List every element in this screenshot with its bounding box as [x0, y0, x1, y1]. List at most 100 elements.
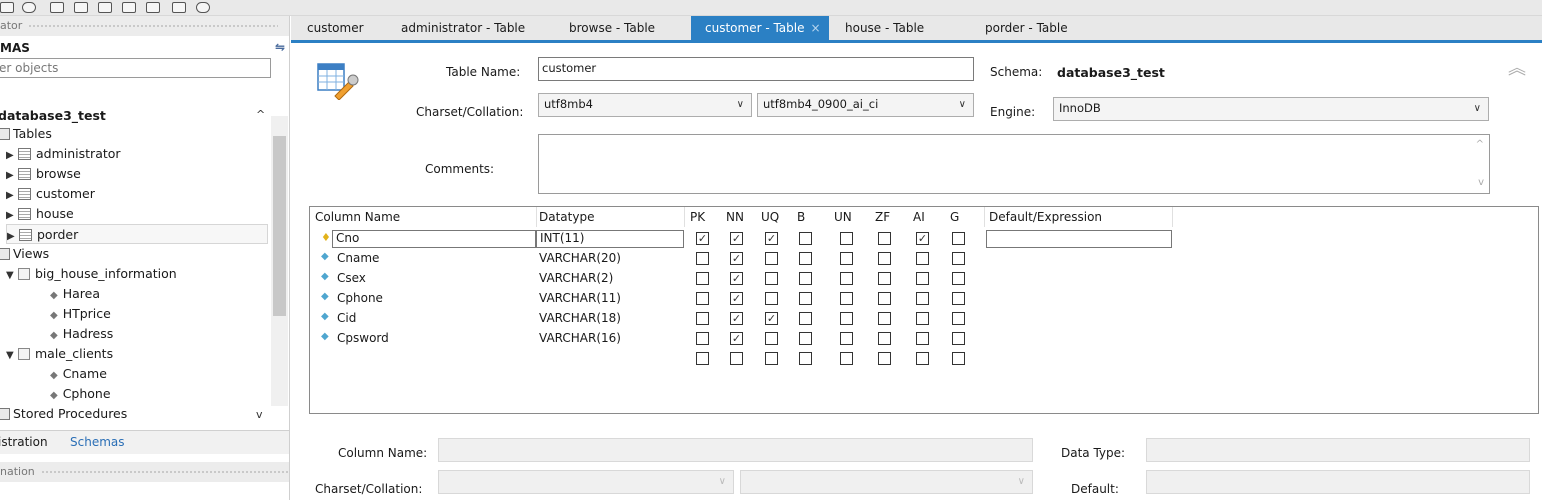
- column-name-cell[interactable]: Cno: [332, 230, 536, 248]
- checkbox-uq[interactable]: [765, 352, 778, 365]
- table-row[interactable]: ◆ Cpsword VARCHAR(16) ✓: [310, 329, 1538, 349]
- checkbox-pk[interactable]: [696, 272, 709, 285]
- header-default-expression[interactable]: Default/Expression: [989, 210, 1102, 224]
- checkbox-pk[interactable]: ✓: [696, 232, 709, 245]
- tree-views-folder[interactable]: Views: [0, 244, 49, 264]
- column-name-cell[interactable]: Cname: [337, 251, 379, 265]
- tree-view-column[interactable]: ◆ Cname: [50, 364, 107, 384]
- checkbox-uq[interactable]: [765, 252, 778, 265]
- table-row[interactable]: ◆ Csex VARCHAR(2) ✓: [310, 269, 1538, 289]
- checkbox-pk[interactable]: [696, 252, 709, 265]
- tree-view-big-house-information[interactable]: ▼ big_house_information: [6, 264, 177, 284]
- datatype-cell[interactable]: VARCHAR(11): [539, 291, 621, 305]
- checkbox-b[interactable]: [799, 292, 812, 305]
- data-type-detail-input[interactable]: [1146, 438, 1530, 462]
- checkbox-g[interactable]: [952, 312, 965, 325]
- checkbox-b[interactable]: [799, 272, 812, 285]
- close-tab-icon[interactable]: ×: [811, 21, 821, 35]
- checkbox-pk[interactable]: [696, 332, 709, 345]
- datatype-cell[interactable]: VARCHAR(18): [539, 311, 621, 325]
- checkbox-b[interactable]: [799, 252, 812, 265]
- tab-administration[interactable]: istration: [0, 435, 48, 449]
- expand-arrow-icon[interactable]: ▶: [6, 186, 18, 206]
- table-row[interactable]: ♦ Cno INT(11) ✓ ✓ ✓ ✓: [310, 229, 1538, 249]
- checkbox-zf[interactable]: [878, 352, 891, 365]
- checkbox-ai[interactable]: [916, 252, 929, 265]
- checkbox-zf[interactable]: [878, 332, 891, 345]
- refresh-icon[interactable]: ⇋: [275, 40, 285, 54]
- tab-porder-table[interactable]: porder - Table: [985, 21, 1068, 35]
- table-row[interactable]: ◆ Cname VARCHAR(20) ✓: [310, 249, 1538, 269]
- checkbox-pk[interactable]: [696, 312, 709, 325]
- checkbox-ai[interactable]: [916, 272, 929, 285]
- header-nn[interactable]: NN: [726, 210, 744, 224]
- header-zf[interactable]: ZF: [875, 210, 890, 224]
- column-name-cell[interactable]: Cphone: [337, 291, 383, 305]
- scroll-up-arrow-icon[interactable]: ^: [256, 108, 265, 121]
- collation-detail-select[interactable]: ∨: [740, 470, 1033, 494]
- tree-view-column[interactable]: ◆ Harea: [50, 284, 100, 304]
- tab-administrator-table[interactable]: administrator - Table: [401, 21, 525, 35]
- checkbox-un[interactable]: [840, 232, 853, 245]
- scroll-down-arrow-icon[interactable]: v: [256, 408, 263, 421]
- tree-procedures-folder[interactable]: Stored Procedures: [0, 404, 127, 424]
- header-g[interactable]: G: [950, 210, 959, 224]
- checkbox-g[interactable]: [952, 332, 965, 345]
- tree-table-administrator[interactable]: ▶ administrator: [6, 144, 121, 164]
- column-name-cell[interactable]: Cid: [337, 311, 356, 325]
- collapse-arrow-icon[interactable]: ▼: [6, 266, 18, 286]
- tab-customer-query[interactable]: customer: [307, 21, 364, 35]
- checkbox-g[interactable]: [952, 252, 965, 265]
- tree-table-browse[interactable]: ▶ browse: [6, 164, 81, 184]
- tree-view-column[interactable]: ◆ HTprice: [50, 304, 111, 324]
- tab-browse-table[interactable]: browse - Table: [569, 21, 655, 35]
- column-name-cell[interactable]: Cpsword: [337, 331, 389, 345]
- checkbox-un[interactable]: [840, 352, 853, 365]
- checkbox-ai[interactable]: [916, 352, 929, 365]
- table-row[interactable]: ◆ Cphone VARCHAR(11) ✓: [310, 289, 1538, 309]
- header-uq[interactable]: UQ: [761, 210, 779, 224]
- schema-icon[interactable]: [50, 2, 64, 13]
- checkbox-uq[interactable]: ✓: [765, 232, 778, 245]
- checkbox-un[interactable]: [840, 332, 853, 345]
- checkbox-zf[interactable]: [878, 232, 891, 245]
- expand-arrow-icon[interactable]: ▶: [6, 146, 18, 166]
- datatype-cell[interactable]: VARCHAR(2): [539, 271, 613, 285]
- checkbox-nn[interactable]: ✓: [730, 252, 743, 265]
- checkbox-b[interactable]: [799, 332, 812, 345]
- checkbox-un[interactable]: [840, 292, 853, 305]
- checkbox-zf[interactable]: [878, 272, 891, 285]
- schema-database3-test[interactable]: database3_test: [0, 106, 106, 126]
- checkbox-ai[interactable]: [916, 292, 929, 305]
- charset-select[interactable]: utf8mb4 ∨: [538, 93, 752, 117]
- tab-house-table[interactable]: house - Table: [845, 21, 924, 35]
- checkbox-pk[interactable]: [696, 292, 709, 305]
- comments-textarea[interactable]: ^ v: [538, 134, 1490, 194]
- collapse-panel-icon[interactable]: ︽: [1508, 54, 1526, 80]
- header-un[interactable]: UN: [834, 210, 852, 224]
- tree-table-house[interactable]: ▶ house: [6, 204, 74, 224]
- tree-view-male-clients[interactable]: ▼ male_clients: [6, 344, 113, 364]
- datatype-cell[interactable]: VARCHAR(16): [539, 331, 621, 345]
- sql-file-icon[interactable]: [0, 2, 14, 13]
- function-create-icon[interactable]: [146, 2, 160, 13]
- checkbox-g[interactable]: [952, 352, 965, 365]
- checkbox-b[interactable]: [799, 352, 812, 365]
- filter-objects-input[interactable]: er objects: [0, 58, 271, 78]
- header-ai[interactable]: AI: [913, 210, 925, 224]
- header-b[interactable]: B: [797, 210, 805, 224]
- datatype-cell[interactable]: VARCHAR(20): [539, 251, 621, 265]
- table-row[interactable]: ◆ Cid VARCHAR(18) ✓ ✓: [310, 309, 1538, 329]
- default-detail-input[interactable]: [1146, 470, 1530, 494]
- checkbox-un[interactable]: [840, 272, 853, 285]
- datatype-cell[interactable]: INT(11): [536, 230, 684, 248]
- checkbox-un[interactable]: [840, 312, 853, 325]
- expand-arrow-icon[interactable]: ▶: [6, 206, 18, 226]
- scroll-down-icon[interactable]: v: [1478, 177, 1484, 188]
- search-table-icon[interactable]: [172, 2, 186, 13]
- checkbox-nn[interactable]: [730, 352, 743, 365]
- checkbox-zf[interactable]: [878, 292, 891, 305]
- header-datatype[interactable]: Datatype: [539, 210, 594, 224]
- charset-detail-select[interactable]: ∨: [438, 470, 734, 494]
- checkbox-ai[interactable]: ✓: [916, 232, 929, 245]
